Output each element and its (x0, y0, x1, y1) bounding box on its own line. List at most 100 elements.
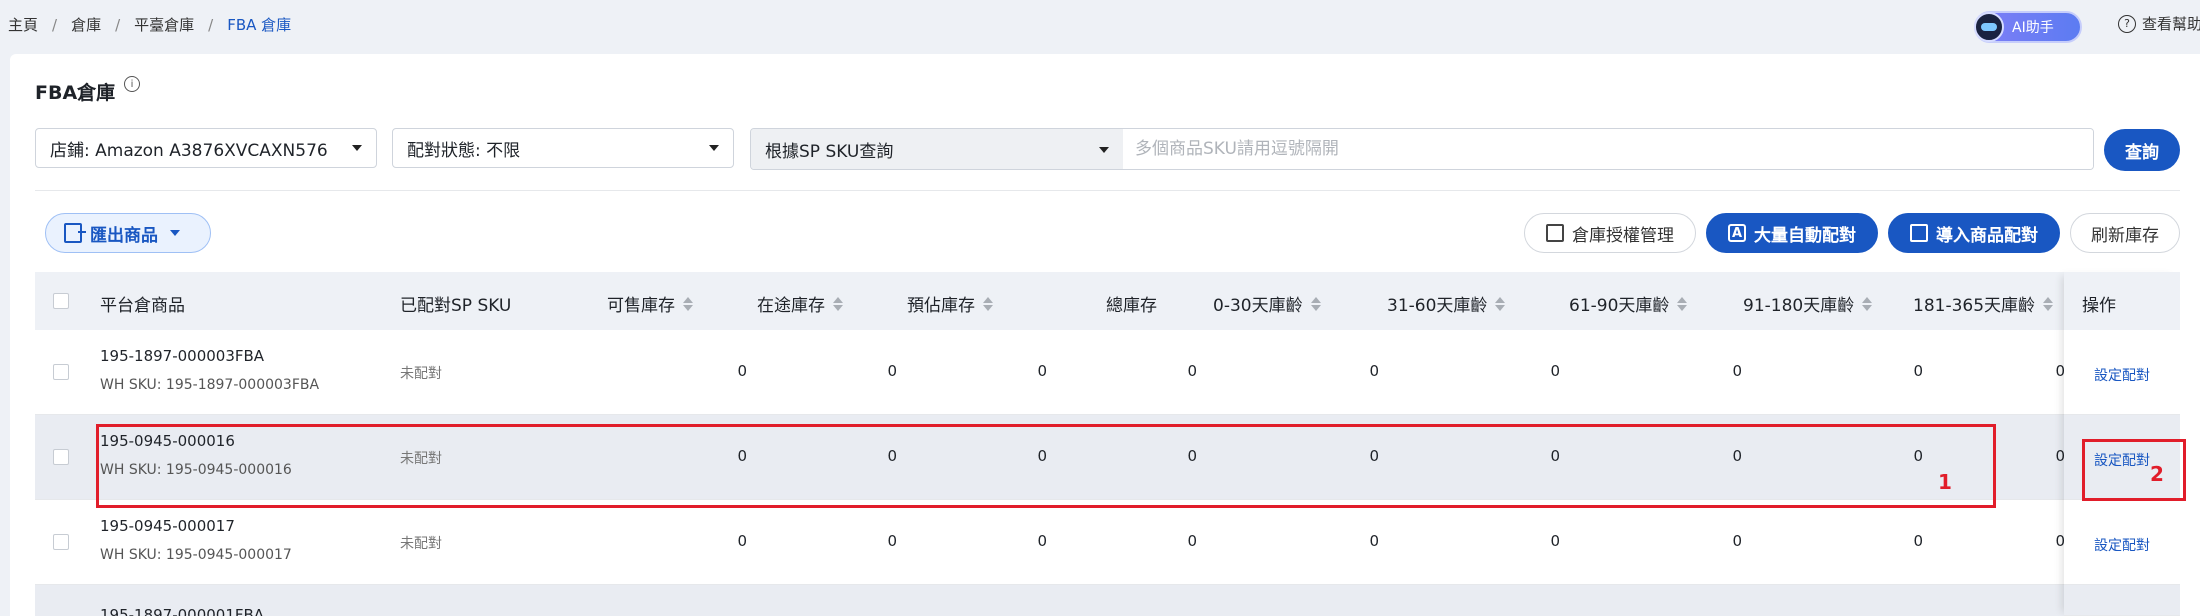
col-ops: 操作 (2082, 296, 2116, 316)
breadcrumb-separator: / (115, 15, 121, 34)
col-sellable[interactable]: 可售庫存 (607, 291, 693, 316)
reserved-value: 0 (1037, 362, 1047, 380)
chevron-down-icon (1099, 147, 1109, 153)
breadcrumb-separator: / (208, 15, 214, 34)
store-select[interactable]: 店鋪: Amazon A3876XVCAXN576 (35, 128, 377, 168)
sort-icon[interactable] (833, 296, 843, 311)
age-181-365-value: 0 (2055, 532, 2065, 550)
refresh-inventory-button[interactable]: 刷新庫存 (2070, 213, 2180, 253)
import-match-button[interactable]: 導入商品配對 (1888, 213, 2060, 253)
platform-sku: 195-1897-000003FBA (100, 347, 265, 365)
search-type-select[interactable]: 根據SP SKU查詢 (751, 129, 1123, 169)
stamp-icon (1546, 224, 1564, 242)
breadcrumb-home[interactable]: 主頁 (8, 14, 38, 35)
set-match-link[interactable]: 設定配對 (2094, 535, 2150, 555)
age-31-60-value: 0 (1550, 362, 1560, 380)
col-reserved[interactable]: 預佔庫存 (907, 291, 993, 316)
col-inbound[interactable]: 在途庫存 (757, 291, 843, 316)
age-0-30-value: 0 (1369, 362, 1379, 380)
col-age-0-30[interactable]: 0-30天庫齡 (1213, 291, 1321, 316)
chevron-down-icon (709, 145, 719, 151)
question-icon: ? (2118, 14, 2136, 33)
col-reserved-label: 預佔庫存 (907, 296, 975, 316)
operations-header: 操作 (2064, 272, 2180, 330)
total-value: 0 (1187, 532, 1197, 550)
match-status-select[interactable]: 配對狀態: 不限 (392, 128, 734, 168)
col-inbound-label: 在途庫存 (757, 296, 825, 316)
sort-icon[interactable] (1862, 296, 1873, 311)
ai-assistant-button[interactable]: AI助手 (1974, 11, 2082, 43)
annotation-label-1: 1 (1938, 470, 1952, 494)
age-31-60-value: 0 (1550, 532, 1560, 550)
sort-icon[interactable] (1310, 296, 1321, 311)
breadcrumb: 主頁 / 倉庫 / 平臺倉庫 / FBA 倉庫 (8, 14, 291, 35)
breadcrumb-warehouse[interactable]: 倉庫 (71, 14, 101, 35)
col-sellable-label: 可售庫存 (607, 296, 675, 316)
sort-icon[interactable] (683, 296, 693, 311)
sku-search-input[interactable] (1123, 129, 2093, 169)
breadcrumb-separator: / (52, 15, 58, 34)
import-icon (1910, 224, 1928, 242)
sort-icon[interactable] (1495, 296, 1506, 311)
col-age-91-180[interactable]: 91-180天庫齡 (1743, 291, 1873, 316)
chevron-down-icon (170, 230, 180, 236)
breadcrumb-fba-warehouse: FBA 倉庫 (227, 16, 292, 34)
total-value: 0 (1187, 362, 1197, 380)
export-label: 匯出商品 (90, 225, 158, 246)
age-181-365-value: 0 (2055, 447, 2065, 465)
ai-assistant-label: AI助手 (2012, 20, 2054, 36)
col-age-181-365[interactable]: 181-365天庫齡 (1913, 291, 2054, 316)
search-group: 根據SP SKU查詢 (750, 128, 2094, 170)
wh-sku: WH SKU: 195-0945-000017 (100, 547, 292, 563)
col-matched-sku: 已配對SP SKU (400, 296, 512, 316)
help-link[interactable]: ? 查看幫助 (2118, 13, 2200, 34)
export-products-button[interactable]: 匯出商品 (45, 213, 211, 253)
age-61-90-value: 0 (1732, 532, 1742, 550)
col-age-61-90[interactable]: 61-90天庫齡 (1569, 291, 1688, 316)
col-age-31-60[interactable]: 31-60天庫齡 (1387, 291, 1506, 316)
age-181-365-value: 0 (2055, 362, 2065, 380)
search-type-value: 根據SP SKU查詢 (765, 141, 894, 162)
col-age-91-180-label: 91-180天庫齡 (1743, 296, 1855, 316)
match-status: 未配對 (400, 366, 442, 382)
divider (35, 190, 2180, 191)
row-checkbox[interactable] (53, 449, 69, 465)
annotation-label-2: 2 (2150, 462, 2164, 486)
col-age-31-60-label: 31-60天庫齡 (1387, 296, 1488, 316)
age-91-180-value: 0 (1913, 532, 1923, 550)
info-icon[interactable]: i (124, 76, 140, 92)
sort-icon[interactable] (2043, 296, 2054, 311)
query-button[interactable]: 查詢 (2104, 129, 2180, 171)
help-label: 查看幫助 (2142, 15, 2200, 33)
sort-icon[interactable] (1677, 296, 1688, 311)
ai-robot-icon (1974, 12, 2004, 42)
age-91-180-value: 0 (1913, 362, 1923, 380)
bulk-auto-match-label: 大量自動配對 (1754, 225, 1856, 246)
wh-sku: WH SKU: 195-1897-000003FBA (100, 377, 320, 393)
top-bar: 主頁 / 倉庫 / 平臺倉庫 / FBA 倉庫 AI助手 ? 查看幫助 (0, 0, 2200, 50)
match-status-value: 配對狀態: 不限 (407, 140, 521, 161)
warehouse-auth-label: 倉庫授權管理 (1572, 225, 1674, 246)
row-checkbox[interactable] (53, 364, 69, 380)
inbound-value: 0 (887, 362, 897, 380)
select-all-checkbox[interactable] (53, 293, 69, 309)
page-title: FBA倉庫 (35, 82, 116, 104)
table-header: 平台倉商品 已配對SP SKU 可售庫存 在途庫存 預佔庫存 總庫存 0-30天… (35, 272, 2064, 330)
reserved-value: 0 (1037, 532, 1047, 550)
export-icon (64, 223, 86, 243)
store-select-value: 店鋪: Amazon A3876XVCAXN576 (50, 140, 328, 161)
warehouse-auth-button[interactable]: 倉庫授權管理 (1524, 213, 1696, 253)
sellable-value: 0 (737, 532, 747, 550)
op-cell (2064, 585, 2180, 616)
annotation-box-2 (2082, 439, 2186, 501)
bulk-auto-match-button[interactable]: A 大量自動配對 (1706, 213, 1878, 253)
row-checkbox[interactable] (53, 534, 69, 550)
set-match-link[interactable]: 設定配對 (2094, 365, 2150, 385)
auto-match-icon: A (1728, 224, 1746, 242)
age-0-30-value: 0 (1369, 532, 1379, 550)
match-status: 未配對 (400, 536, 442, 552)
breadcrumb-platform-warehouse[interactable]: 平臺倉庫 (134, 14, 194, 35)
sellable-value: 0 (737, 362, 747, 380)
col-age-61-90-label: 61-90天庫齡 (1569, 296, 1670, 316)
sort-icon[interactable] (983, 296, 993, 311)
